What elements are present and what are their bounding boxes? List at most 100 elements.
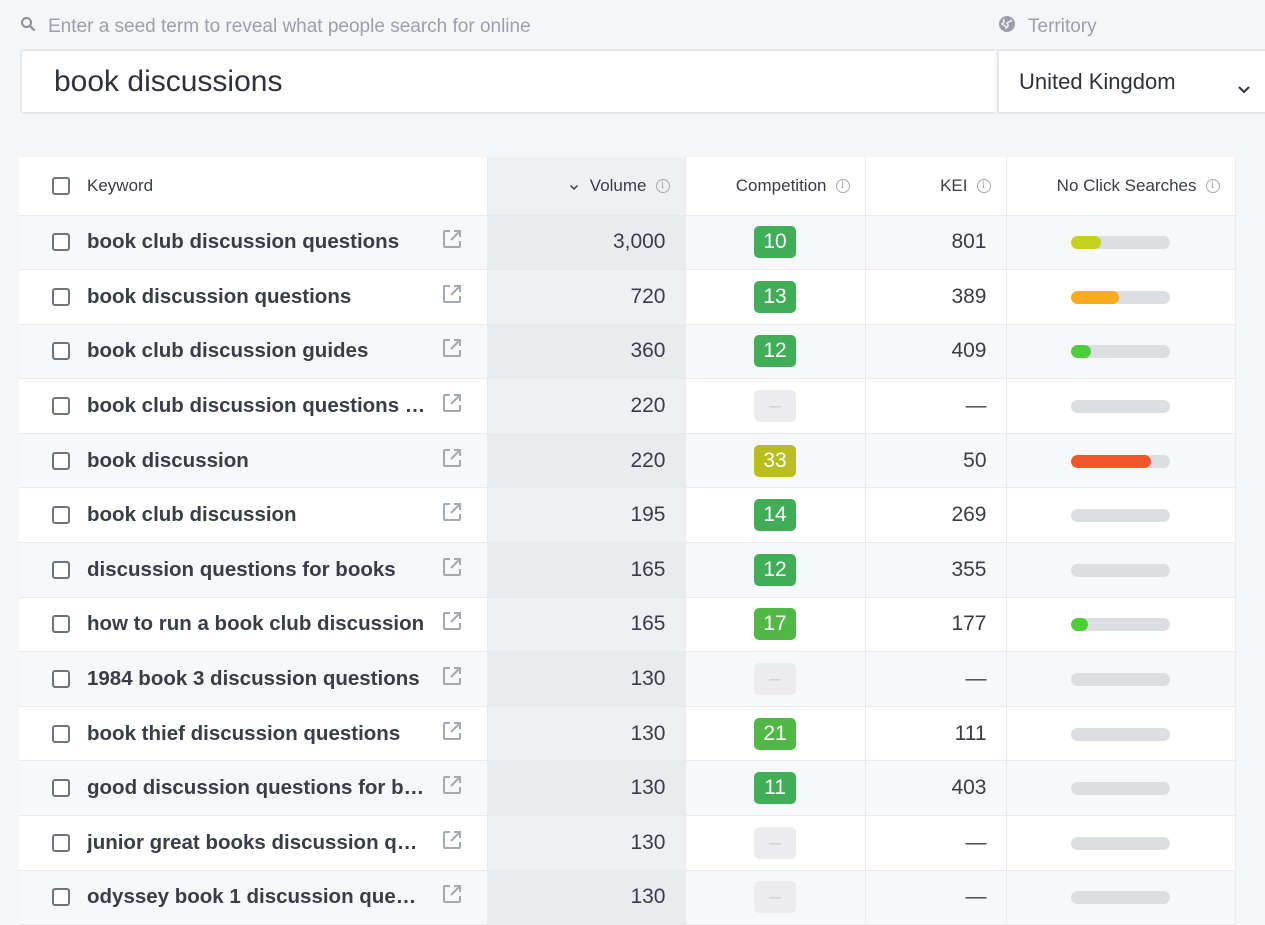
header-keyword: Keyword <box>19 157 488 216</box>
competition-cell: – <box>685 378 866 434</box>
header-volume-label: Volume <box>589 175 647 195</box>
row-checkbox[interactable] <box>52 670 70 689</box>
header-volume[interactable]: Volume i <box>487 157 686 216</box>
keywords-table: Keyword Volume i Competition i KEI i No … <box>19 157 1236 925</box>
kei-cell: 111 <box>865 706 1007 762</box>
external-link-icon[interactable] <box>441 392 463 420</box>
territory-select[interactable]: United Kingdom <box>997 49 1265 114</box>
table-row[interactable]: junior great books discussion questions … <box>19 815 1236 871</box>
row-checkbox[interactable] <box>52 833 70 852</box>
no-click-fill <box>1071 345 1091 359</box>
row-checkbox[interactable] <box>52 506 70 525</box>
volume-cell: 360 <box>487 324 686 380</box>
row-checkbox[interactable] <box>52 287 70 306</box>
kei-cell: 409 <box>865 324 1007 380</box>
external-link-icon[interactable] <box>441 556 463 584</box>
competition-cell: 33 <box>685 433 866 489</box>
volume-cell: 130 <box>487 760 686 817</box>
no-click-cell <box>1006 487 1236 544</box>
external-link-icon[interactable] <box>441 447 463 475</box>
no-click-cell <box>1006 760 1236 817</box>
table-row[interactable]: good discussion questions for books 130 … <box>19 760 1236 817</box>
keyword-text: book club discussion questions <box>87 230 400 254</box>
keyword-text: junior great books discussion questions <box>87 830 427 854</box>
row-checkbox[interactable] <box>52 615 70 634</box>
no-click-cell <box>1006 870 1236 925</box>
row-checkbox[interactable] <box>52 451 70 470</box>
select-all-checkbox[interactable] <box>52 176 70 195</box>
row-checkbox[interactable] <box>52 888 70 907</box>
no-click-bar <box>1071 891 1170 905</box>
external-link-icon[interactable] <box>441 774 463 802</box>
external-link-icon[interactable] <box>441 720 463 748</box>
keyword-text: book discussion questions <box>87 284 352 308</box>
info-icon[interactable]: i <box>835 178 850 193</box>
kei-cell: — <box>865 870 1007 925</box>
competition-badge: 12 <box>754 335 796 368</box>
keyword-cell: 1984 book 3 discussion questions <box>19 651 488 707</box>
no-click-bar <box>1071 400 1170 414</box>
header-competition[interactable]: Competition i <box>685 157 866 216</box>
external-link-icon[interactable] <box>441 283 463 311</box>
no-click-bar <box>1071 290 1170 304</box>
volume-cell: 130 <box>487 870 686 925</box>
info-icon[interactable]: i <box>655 178 670 193</box>
competition-badge: 14 <box>754 499 796 532</box>
keyword-cell: book thief discussion questions <box>19 706 488 762</box>
table-row[interactable]: 1984 book 3 discussion questions 130 – — <box>19 651 1236 707</box>
chevron-down-icon <box>1237 75 1251 101</box>
competition-cell: – <box>685 815 866 871</box>
search-hint-text: Enter a seed term to reveal what people … <box>48 16 531 37</box>
info-icon[interactable]: i <box>976 178 991 193</box>
kei-cell: 403 <box>865 760 1007 817</box>
no-click-bar <box>1071 563 1170 577</box>
table-row[interactable]: odyssey book 1 discussion questions 130 … <box>19 870 1236 925</box>
keyword-cell: junior great books discussion questions <box>19 815 488 871</box>
competition-badge: 12 <box>754 553 796 586</box>
kei-cell: — <box>865 651 1007 707</box>
seed-term-input[interactable]: book discussions <box>20 49 995 114</box>
territory-value: United Kingdom <box>1019 68 1176 94</box>
external-link-icon[interactable] <box>441 337 463 365</box>
header-no-click[interactable]: No Click Searches i <box>1006 157 1236 216</box>
external-link-icon[interactable] <box>441 883 463 911</box>
row-checkbox[interactable] <box>52 233 70 252</box>
row-checkbox[interactable] <box>52 397 70 416</box>
competition-badge: 17 <box>754 608 796 641</box>
external-link-icon[interactable] <box>441 228 463 256</box>
table-row[interactable]: book discussion questions 720 13 389 <box>19 269 1236 325</box>
no-click-bar <box>1071 782 1170 796</box>
table-row[interactable]: book thief discussion questions 130 21 1… <box>19 706 1236 762</box>
row-checkbox[interactable] <box>52 724 70 743</box>
keyword-text: how to run a book club discussion <box>87 612 425 636</box>
row-checkbox[interactable] <box>52 779 70 798</box>
keyword-cell: odyssey book 1 discussion questions <box>19 870 488 925</box>
table-row[interactable]: book club discussion questions for adult… <box>19 378 1236 434</box>
header-kei[interactable]: KEI i <box>865 157 1007 216</box>
no-click-cell <box>1006 706 1236 762</box>
keyword-cell: book club discussion <box>19 487 488 544</box>
external-link-icon[interactable] <box>441 829 463 857</box>
row-checkbox[interactable] <box>52 560 70 579</box>
table-row[interactable]: book discussion 220 33 50 <box>19 433 1236 489</box>
table-row[interactable]: book club discussion questions 3,000 10 … <box>19 215 1236 271</box>
table-row[interactable]: book club discussion guides 360 12 409 <box>19 324 1236 380</box>
no-click-bar <box>1071 509 1170 523</box>
no-click-fill <box>1071 618 1088 632</box>
globe-icon <box>998 15 1016 39</box>
external-link-icon[interactable] <box>441 501 463 529</box>
external-link-icon[interactable] <box>441 610 463 638</box>
info-icon[interactable]: i <box>1205 178 1220 193</box>
external-link-icon[interactable] <box>441 665 463 693</box>
row-checkbox[interactable] <box>52 342 70 361</box>
no-click-bar <box>1071 836 1170 850</box>
no-click-fill <box>1071 454 1152 468</box>
no-click-cell <box>1006 215 1236 271</box>
table-row[interactable]: how to run a book club discussion 165 17… <box>19 597 1236 653</box>
competition-cell: 12 <box>685 324 866 380</box>
table-row[interactable]: discussion questions for books 165 12 35… <box>19 542 1236 598</box>
table-row[interactable]: book club discussion 195 14 269 <box>19 487 1236 544</box>
territory-label: Territory <box>1028 16 1097 37</box>
keyword-text: book club discussion guides <box>87 339 369 363</box>
competition-badge-empty: – <box>754 826 796 859</box>
